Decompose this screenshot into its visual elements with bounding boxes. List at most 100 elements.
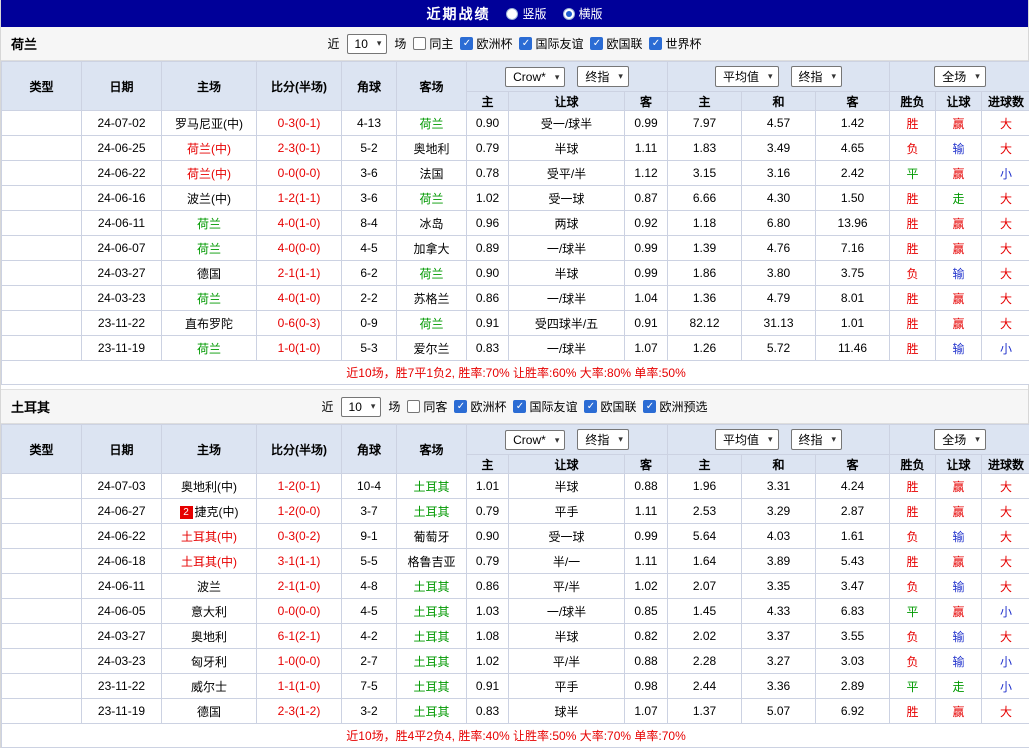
competition-checkbox[interactable]: ✓ 国际友谊 — [519, 35, 583, 52]
checkbox-checked-icon: ✓ — [584, 400, 598, 413]
euro-odds-type-select[interactable]: 平均值 ▾ — [714, 429, 779, 450]
date-cell: 23-11-22 — [81, 673, 162, 699]
team-bar: 荷兰近 10 ▾ 场同主 ✓ 欧洲杯 ✓ 国际友谊 ✓ 欧国联 ✓ 世界杯 — [1, 27, 1028, 61]
results-table: 类型 日期 主场 比分(半场) 角球 客场 Crow* ▾ 终指 ▾ 平均值 ▾ 终指 ▾ 全场 ▾ 主让球客主… — [0, 424, 1029, 748]
competition-checkbox[interactable]: ✓ 欧国联 — [590, 35, 642, 52]
home-team-cell: 荷兰 — [161, 235, 257, 261]
euro-odds-stage-select[interactable]: 终指 ▾ — [790, 66, 843, 87]
score-cell: 2-1(1-0) — [256, 573, 342, 599]
asia-away-odds-cell: 0.82 — [623, 623, 669, 649]
euro-home-odds-cell: 1.64 — [667, 548, 743, 574]
euro-draw-odds-cell: 3.49 — [741, 135, 817, 161]
match-count-select[interactable]: 10 ▾ — [346, 33, 388, 54]
home-team-name: 荷兰 — [196, 341, 221, 356]
euro-draw-odds-cell: 4.03 — [741, 523, 817, 549]
competition-cell: 欧洲杯 — [1, 135, 82, 161]
table-row: 欧洲杯 24-07-02 罗马尼亚(中) 0-3(0-1) 4-13 荷兰 0.90 受一/球… — [1, 110, 1029, 136]
goals-cell: 小 — [981, 673, 1029, 699]
euro-home-odds-cell: 2.44 — [667, 673, 743, 699]
sub-column-header: 让球 — [508, 91, 625, 111]
games-label: 场 — [388, 400, 401, 414]
euro-home-odds-cell: 1.39 — [667, 235, 743, 261]
euro-away-odds-cell: 4.65 — [815, 135, 891, 161]
checkbox-checked-icon: ✓ — [454, 400, 468, 413]
handicap-result-cell: 输 — [935, 135, 983, 161]
euro-away-odds-cell: 8.01 — [815, 285, 891, 311]
home-team-name: 荷兰(中) — [187, 166, 231, 181]
asia-home-odds-cell: 0.89 — [466, 235, 509, 261]
handicap-result-cell: 赢 — [935, 160, 983, 186]
away-team-cell: 土耳其 — [396, 623, 467, 649]
checkbox-label: 同主 — [429, 37, 454, 51]
page: 近期战绩 竖版 横版 荷兰近 10 ▾ 场同主 ✓ 欧洲杯 ✓ 国际友谊 ✓ 欧国联 ✓ 世界杯 类型日… — [0, 0, 1029, 748]
column-header: 日期 — [81, 424, 162, 474]
competition-cell: 国际友谊 — [1, 235, 82, 261]
bookmaker-select[interactable]: Crow* ▾ — [505, 67, 566, 87]
scope-select[interactable]: 全场 ▾ — [934, 66, 986, 87]
handicap-cell: 受一球 — [508, 185, 625, 211]
bookmaker-select[interactable]: Crow* ▾ — [505, 430, 566, 450]
home-team-name: 荷兰 — [196, 291, 221, 306]
euro-draw-odds-cell: 31.13 — [741, 310, 817, 336]
euro-away-odds-cell: 4.24 — [815, 473, 891, 499]
home-team-name: 罗马尼亚(中) — [175, 116, 243, 131]
home-team-cell: 直布罗陀 — [161, 310, 257, 336]
asia-odds-stage-select[interactable]: 终指 ▾ — [577, 429, 629, 450]
handicap-cell: 两球 — [508, 210, 625, 236]
result-cell: 平 — [889, 598, 937, 624]
match-count-select[interactable]: 10 ▾ — [340, 396, 382, 417]
euro-draw-odds-cell: 4.33 — [741, 598, 817, 624]
euro-away-odds-cell: 1.01 — [815, 310, 891, 336]
euro-home-odds-cell: 1.83 — [667, 135, 743, 161]
euro-away-odds-cell: 3.47 — [815, 573, 891, 599]
asia-away-odds-cell: 1.02 — [623, 573, 669, 599]
competition-checkbox[interactable]: ✓ 世界杯 — [649, 35, 702, 52]
column-header: 日期 — [81, 61, 162, 111]
goals-cell: 大 — [981, 185, 1029, 211]
select-value: 终指 — [585, 433, 610, 447]
handicap-cell: 受四球半/五 — [508, 310, 625, 336]
handicap-cell: 一/球半 — [508, 598, 625, 624]
euro-draw-odds-cell: 5.07 — [741, 698, 817, 724]
euro-draw-odds-cell: 4.57 — [741, 110, 817, 136]
sub-column-header: 让球 — [508, 454, 625, 474]
column-header: 类型 — [1, 424, 82, 474]
competition-checkbox[interactable]: ✓ 国际友谊 — [513, 398, 577, 415]
record-summary: 近10场，胜4平2负4, 胜率:40% 让胜率:50% 大率:70% 单率:70… — [0, 723, 1029, 748]
euro-draw-odds-cell: 3.31 — [741, 473, 817, 499]
competition-checkbox[interactable]: ✓ 欧洲预选 — [643, 398, 708, 415]
select-value: 全场 — [942, 70, 967, 84]
table-row: 欧洲杯 24-06-22 土耳其(中) 0-3(0-2) 9-1 葡萄牙 0.90 受一球 0.… — [1, 523, 1029, 549]
euro-draw-odds-cell: 3.89 — [741, 548, 817, 574]
handicap-cell: 半球 — [508, 473, 625, 499]
result-cell: 胜 — [889, 548, 937, 574]
competition-checkbox[interactable]: ✓ 欧国联 — [584, 398, 636, 415]
away-team-cell: 葡萄牙 — [396, 523, 467, 549]
euro-odds-header: 平均值 ▾ 终指 ▾ — [667, 424, 891, 455]
euro-odds-stage-select[interactable]: 终指 ▾ — [790, 429, 843, 450]
checkbox-label: 欧国联 — [600, 400, 637, 414]
same-venue-checkbox[interactable]: 同主 — [413, 35, 453, 52]
select-value: 10 — [354, 36, 368, 51]
handicap-result-cell: 赢 — [935, 498, 983, 524]
asia-home-odds-cell: 1.02 — [466, 648, 509, 674]
away-team-cell: 荷兰 — [396, 260, 467, 286]
radio-horizontal-layout[interactable]: 横版 — [562, 5, 603, 22]
goals-cell: 大 — [981, 473, 1029, 499]
date-cell: 24-06-11 — [81, 210, 162, 236]
asia-odds-stage-select[interactable]: 终指 ▾ — [577, 66, 629, 87]
euro-odds-type-select[interactable]: 平均值 ▾ — [714, 66, 779, 87]
score-cell: 1-0(0-0) — [256, 648, 342, 674]
competition-checkbox[interactable]: ✓ 欧洲杯 — [454, 398, 506, 415]
asia-away-odds-cell: 0.85 — [623, 598, 669, 624]
match-filters: 近 10 ▾ 场同主 ✓ 欧洲杯 ✓ 国际友谊 ✓ 欧国联 ✓ 世界杯 — [328, 33, 702, 54]
radio-vertical-layout[interactable]: 竖版 — [506, 5, 547, 22]
competition-cell: 欧洲杯 — [1, 110, 82, 136]
competition-checkbox[interactable]: ✓ 欧洲杯 — [460, 35, 512, 52]
column-header: 比分(半场) — [256, 61, 342, 111]
same-venue-checkbox[interactable]: 同客 — [407, 398, 447, 415]
chevron-down-icon: ▾ — [618, 71, 623, 81]
date-cell: 24-07-02 — [81, 110, 162, 136]
scope-select[interactable]: 全场 ▾ — [934, 429, 986, 450]
score-cell: 2-3(0-1) — [256, 135, 342, 161]
